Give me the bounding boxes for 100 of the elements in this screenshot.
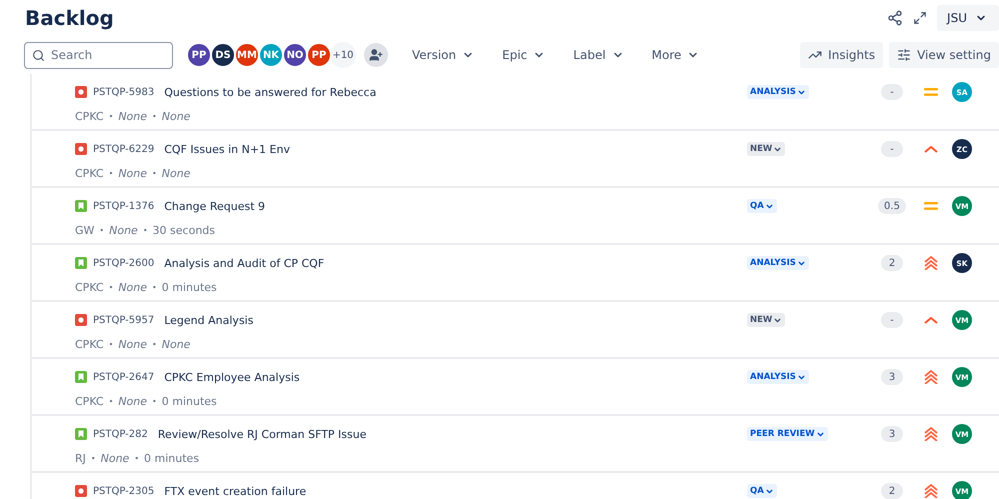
- filter-dropdown[interactable]: Epic: [498, 44, 550, 66]
- issue-summary: Legend Analysis: [164, 314, 254, 326]
- more-users-count[interactable]: +10: [330, 42, 356, 68]
- issue-key[interactable]: PSTQP-2305: [93, 486, 154, 496]
- story-points: 2: [881, 255, 903, 271]
- user-avatar[interactable]: PP: [186, 42, 212, 68]
- bug-icon: [75, 314, 87, 326]
- issue-summary: FTX event creation failure: [164, 484, 306, 498]
- issue-detail: None: [100, 452, 130, 464]
- caret-icon: [773, 316, 782, 324]
- issue-detail: CPKC: [75, 394, 104, 408]
- bug-icon: [75, 86, 87, 98]
- bookmark-icon: [75, 371, 87, 383]
- user-avatar[interactable]: MM: [234, 42, 260, 68]
- filter-dropdown[interactable]: Version: [408, 44, 478, 66]
- filter-dropdown[interactable]: Label: [569, 44, 628, 66]
- separator-dot: •: [152, 168, 157, 178]
- caret-icon: [773, 144, 782, 154]
- story-points: -: [881, 312, 903, 328]
- status-dropdown[interactable]: ANALYSIS: [747, 85, 809, 99]
- status-dropdown[interactable]: ANALYSIS: [747, 370, 809, 384]
- share-icon[interactable]: [887, 10, 904, 26]
- issue-summary: CQF Issues in N+1 Env: [164, 142, 290, 156]
- status-dropdown[interactable]: QA: [747, 484, 777, 498]
- separator-dot: •: [152, 112, 157, 120]
- separator-dot: •: [108, 396, 114, 406]
- issue-detail: None: [118, 166, 148, 180]
- separator-dot: •: [90, 454, 96, 462]
- issue-key[interactable]: PSTQP-2647: [93, 372, 154, 382]
- caret-icon: [796, 258, 806, 268]
- issue-detail: None: [118, 110, 148, 122]
- filter-dropdown[interactable]: More: [648, 44, 704, 66]
- story-points: 3: [881, 369, 903, 385]
- issue-summary: Review/Resolve RJ Corman SFTP Issue: [158, 428, 366, 440]
- story-points: 2: [881, 483, 903, 499]
- issue-key[interactable]: PSTQP-5957: [93, 314, 154, 326]
- separator-dot: •: [134, 454, 140, 462]
- issue-key[interactable]: PSTQP-282: [93, 428, 148, 440]
- issue-detail: 0 minutes: [162, 394, 217, 408]
- issue-detail: 30 seconds: [152, 224, 216, 236]
- story-points: -: [881, 84, 903, 100]
- story-points: -: [881, 141, 903, 157]
- status-dropdown[interactable]: ANALYSIS: [747, 256, 809, 270]
- issue-detail: None: [162, 338, 190, 350]
- issue-key[interactable]: PSTQP-1376: [93, 200, 154, 212]
- separator-dot: •: [108, 340, 114, 348]
- issue-detail: None: [109, 224, 138, 236]
- page-title: Backlog: [25, 6, 114, 30]
- view-settings-button[interactable]: View setting: [889, 42, 999, 68]
- separator-dot: •: [142, 226, 148, 234]
- status-dropdown[interactable]: PEER REVIEW: [747, 427, 828, 441]
- user-avatar[interactable]: PP: [306, 42, 332, 68]
- issue-detail: 0 minutes: [144, 452, 200, 464]
- separator-dot: •: [99, 226, 104, 234]
- caret-icon: [816, 430, 825, 438]
- caret-icon: [796, 88, 806, 96]
- user-avatar[interactable]: NO: [282, 42, 308, 68]
- issue-key[interactable]: PSTQP-6229: [93, 144, 154, 154]
- issue-key[interactable]: PSTQP-5983: [93, 86, 154, 98]
- issue-summary: Analysis and Audit of CP CQF: [164, 256, 324, 270]
- issue-detail: GW: [75, 224, 94, 236]
- caret-icon: [796, 372, 806, 382]
- issue-detail: None: [118, 338, 148, 350]
- status-dropdown[interactable]: NEW: [747, 313, 786, 327]
- separator-dot: •: [152, 340, 157, 348]
- issue-key[interactable]: PSTQP-2600: [93, 258, 154, 268]
- issue-detail: RJ: [75, 452, 86, 464]
- issue-detail: None: [162, 110, 190, 122]
- insights-button[interactable]: Insights: [800, 42, 884, 68]
- issue-detail: None: [118, 394, 148, 408]
- expand-icon[interactable]: [913, 11, 928, 25]
- issue-detail: CPKC: [75, 280, 104, 294]
- settings-icon: [897, 48, 912, 62]
- caret-icon: [764, 202, 774, 210]
- issue-summary: Change Request 9: [164, 200, 266, 212]
- bug-icon: [75, 143, 87, 155]
- separator-dot: •: [108, 282, 114, 292]
- issue-detail: None: [118, 280, 148, 294]
- caret-icon: [764, 486, 774, 496]
- issue-detail: CPKC: [75, 338, 104, 350]
- status-dropdown[interactable]: QA: [747, 199, 777, 213]
- project-button[interactable]: JSU: [937, 5, 999, 31]
- issue-detail: 0 minutes: [162, 280, 217, 294]
- story-points: 0.5: [878, 198, 906, 214]
- bookmark-icon: [75, 257, 87, 269]
- issue-summary: CPKC Employee Analysis: [164, 370, 300, 384]
- add-people-icon[interactable]: [364, 43, 388, 67]
- issue-detail: CPKC: [75, 166, 104, 180]
- issue-detail: CPKC: [75, 110, 104, 122]
- separator-dot: •: [108, 168, 114, 178]
- separator-dot: •: [108, 112, 114, 120]
- separator-dot: •: [152, 396, 157, 406]
- bookmark-icon: [75, 200, 87, 212]
- bug-icon: [75, 485, 87, 497]
- search-field[interactable]: Search: [24, 42, 173, 68]
- separator-dot: •: [152, 282, 157, 292]
- search-icon: [32, 48, 45, 62]
- status-dropdown[interactable]: NEW: [747, 142, 786, 156]
- issue-detail: None: [162, 166, 190, 180]
- user-avatar[interactable]: DS: [210, 42, 236, 68]
